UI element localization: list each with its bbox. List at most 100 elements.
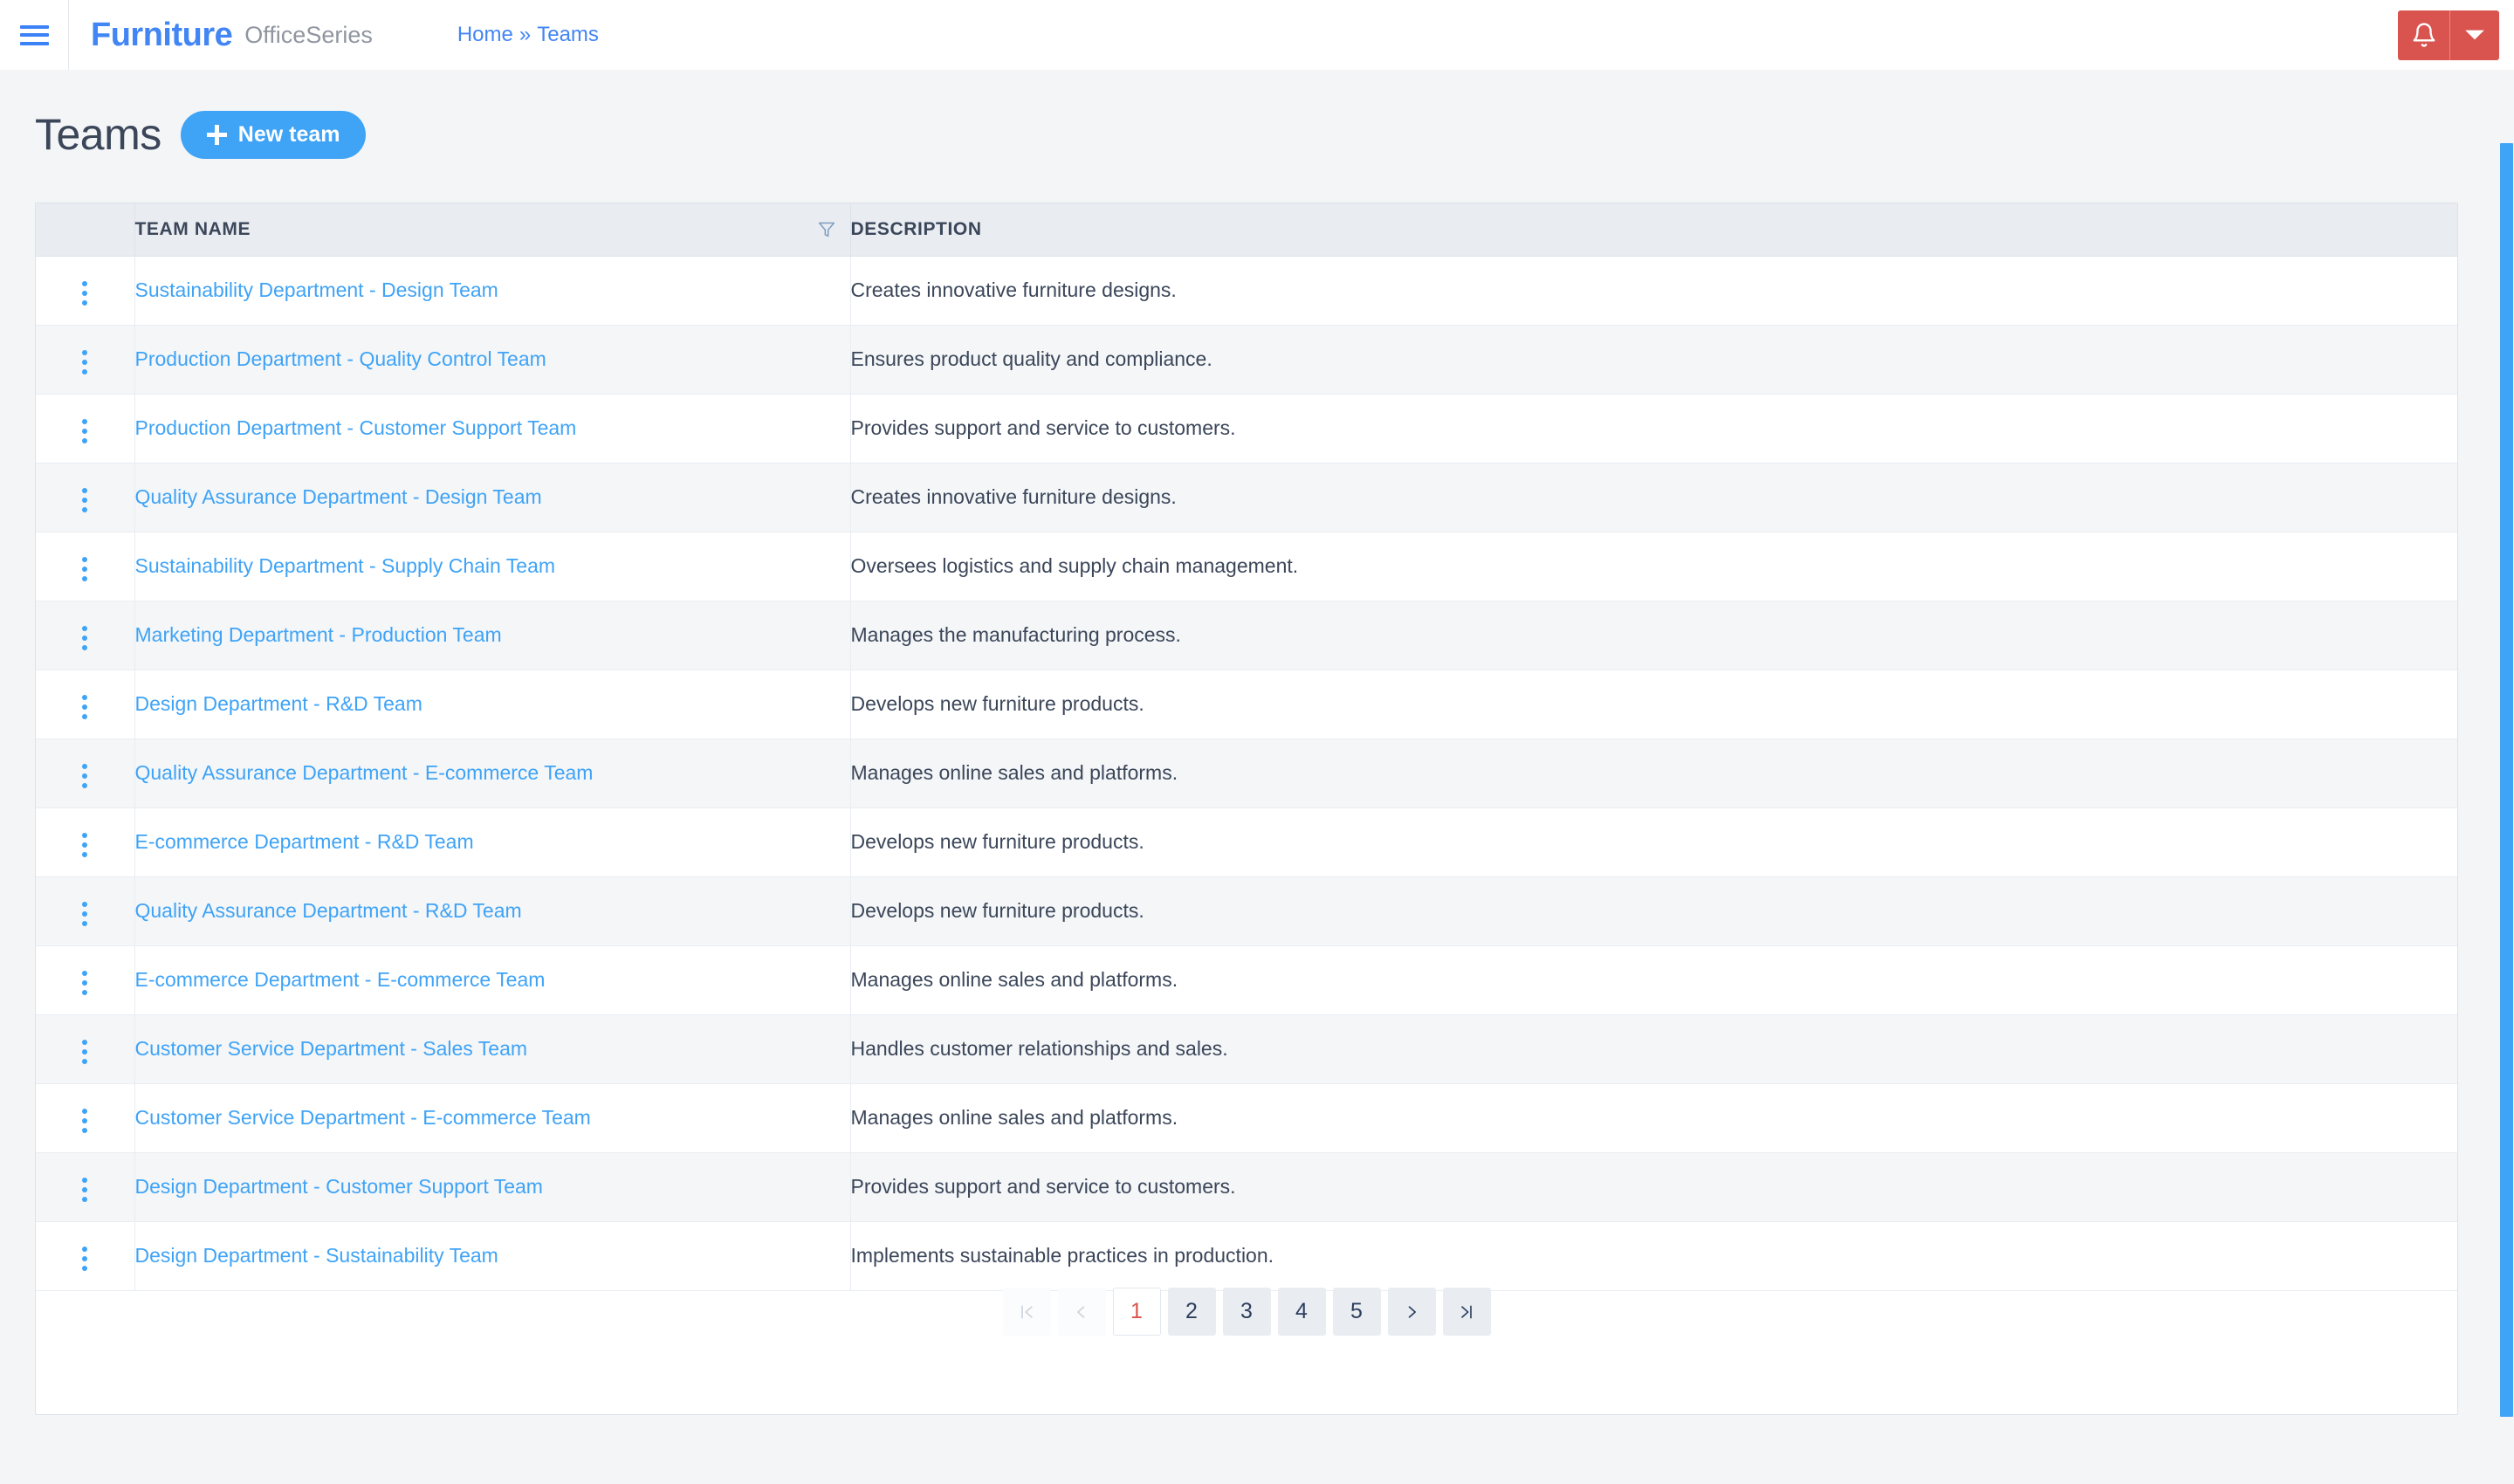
team-name-link[interactable]: Customer Service Department - E-commerce… <box>135 1106 591 1129</box>
vertical-ellipsis-icon[interactable] <box>70 1240 100 1278</box>
team-name-cell: E-commerce Department - E-commerce Team <box>134 945 851 1015</box>
pagination: 12345 <box>36 1288 2457 1336</box>
vertical-ellipsis-icon[interactable] <box>70 481 100 519</box>
team-name-link[interactable]: E-commerce Department - R&D Team <box>135 830 474 853</box>
breadcrumb-link-teams[interactable]: Teams <box>537 23 599 47</box>
vertical-ellipsis-icon[interactable] <box>70 1102 100 1140</box>
team-name-link[interactable]: Production Department - Customer Support… <box>135 416 577 439</box>
vertical-ellipsis-icon[interactable] <box>70 412 100 450</box>
vertical-ellipsis-icon[interactable] <box>70 1033 100 1071</box>
table-row: Sustainability Department - Design Team C… <box>36 256 2457 326</box>
row-actions-cell <box>36 1152 135 1222</box>
table-row: Customer Service Department - E-commerce… <box>36 1083 2457 1153</box>
column-header-description-label: DESCRIPTION <box>850 218 982 239</box>
team-name-cell: E-commerce Department - R&D Team <box>134 807 851 877</box>
notifications-dropdown-button[interactable] <box>2450 10 2499 60</box>
team-name-link[interactable]: Design Department - Customer Support Tea… <box>135 1175 543 1198</box>
row-actions-cell <box>36 463 135 532</box>
team-name-link[interactable]: Design Department - R&D Team <box>135 692 422 715</box>
team-name-link[interactable]: Sustainability Department - Design Team <box>135 278 498 301</box>
breadcrumb: Home » Teams <box>457 0 599 70</box>
table-row: Production Department - Quality Control … <box>36 325 2457 395</box>
vertical-ellipsis-icon[interactable] <box>70 274 100 313</box>
team-name-link[interactable]: Quality Assurance Department - Design Te… <box>135 485 542 508</box>
table-row: Quality Assurance Department - R&D Team D… <box>36 876 2457 946</box>
vertical-ellipsis-icon[interactable] <box>70 895 100 933</box>
brand-subtitle: OfficeSeries <box>244 21 373 48</box>
vertical-ellipsis-icon[interactable] <box>70 757 100 795</box>
team-name-link[interactable]: Marketing Department - Production Team <box>135 623 502 646</box>
team-name-cell: Quality Assurance Department - E-commerc… <box>134 739 851 808</box>
row-actions-cell <box>36 394 135 464</box>
pagination-next-button[interactable] <box>1387 1288 1436 1336</box>
last-page-icon <box>1461 1305 1472 1318</box>
brand-logo[interactable]: Furniture OfficeSeries <box>69 0 373 70</box>
table-row: E-commerce Department - E-commerce Team M… <box>36 945 2457 1015</box>
team-name-link[interactable]: Sustainability Department - Supply Chain… <box>135 554 556 577</box>
table-body: Sustainability Department - Design Team C… <box>36 256 2457 1291</box>
page-header: Teams New team <box>0 70 2514 160</box>
pagination-page-4[interactable]: 4 <box>1277 1288 1326 1336</box>
team-name-cell: Marketing Department - Production Team <box>134 601 851 670</box>
vertical-ellipsis-icon[interactable] <box>70 826 100 864</box>
top-navigation-bar: Furniture OfficeSeries Home » Teams <box>0 0 2514 70</box>
hamburger-icon <box>19 24 49 45</box>
vertical-ellipsis-icon[interactable] <box>70 1171 100 1209</box>
table-header-row: TEAM NAME DESCRIPTION <box>36 203 2457 257</box>
table-row: Customer Service Department - Sales Team… <box>36 1014 2457 1084</box>
team-name-cell: Customer Service Department - E-commerce… <box>134 1083 851 1153</box>
pagination-page-5[interactable]: 5 <box>1332 1288 1381 1336</box>
new-team-button[interactable]: New team <box>180 110 367 159</box>
team-description-cell: Provides support and service to customer… <box>850 1152 2457 1222</box>
row-actions-cell <box>36 325 135 395</box>
row-actions-cell <box>36 945 135 1015</box>
vertical-scrollbar-thumb[interactable] <box>2500 143 2513 1417</box>
team-name-link[interactable]: Quality Assurance Department - R&D Team <box>135 899 522 922</box>
pagination-first-button[interactable] <box>1002 1288 1051 1336</box>
new-team-button-label: New team <box>237 121 340 147</box>
filter-icon[interactable] <box>818 221 835 238</box>
vertical-ellipsis-icon[interactable] <box>70 964 100 1002</box>
vertical-scrollbar-track[interactable] <box>2481 140 2514 1484</box>
row-actions-cell <box>36 1014 135 1084</box>
team-name-cell: Sustainability Department - Supply Chain… <box>134 532 851 601</box>
row-actions-cell <box>36 532 135 601</box>
team-name-link[interactable]: E-commerce Department - E-commerce Team <box>135 968 546 991</box>
first-page-icon <box>1021 1305 1033 1318</box>
table-row: Marketing Department - Production Team Ma… <box>36 601 2457 670</box>
vertical-ellipsis-icon[interactable] <box>70 688 100 726</box>
team-name-cell: Sustainability Department - Design Team <box>134 256 851 326</box>
team-name-link[interactable]: Production Department - Quality Control … <box>135 347 546 370</box>
vertical-ellipsis-icon[interactable] <box>70 619 100 657</box>
chevron-right-icon <box>1408 1305 1416 1318</box>
team-name-link[interactable]: Customer Service Department - Sales Team <box>135 1037 528 1060</box>
pagination-last-button[interactable] <box>1442 1288 1491 1336</box>
notifications-button[interactable] <box>2398 10 2450 60</box>
team-description-cell: Oversees logistics and supply chain mana… <box>850 532 2457 601</box>
pagination-page-1[interactable]: 1 <box>1112 1288 1161 1336</box>
menu-toggle-button[interactable] <box>0 0 68 70</box>
table-row: Design Department - Sustainability Team I… <box>36 1221 2457 1291</box>
table-header: TEAM NAME DESCRIPTION <box>36 203 2457 257</box>
pagination-prev-button[interactable] <box>1057 1288 1106 1336</box>
team-name-cell: Quality Assurance Department - R&D Team <box>134 876 851 946</box>
bell-icon <box>2413 23 2435 47</box>
team-name-cell: Production Department - Customer Support… <box>134 394 851 464</box>
team-name-cell: Design Department - R&D Team <box>134 670 851 739</box>
pagination-page-2[interactable]: 2 <box>1167 1288 1216 1336</box>
breadcrumb-link-home[interactable]: Home <box>457 23 513 47</box>
pagination-page-buttons: 12345 <box>1112 1288 1381 1336</box>
team-name-link[interactable]: Design Department - Sustainability Team <box>135 1244 498 1267</box>
row-actions-cell <box>36 256 135 326</box>
team-description-cell: Manages online sales and platforms. <box>850 945 2457 1015</box>
pagination-page-3[interactable]: 3 <box>1222 1288 1271 1336</box>
row-actions-cell <box>36 670 135 739</box>
column-header-description[interactable]: DESCRIPTION <box>850 203 2457 257</box>
team-description-cell: Handles customer relationships and sales… <box>850 1014 2457 1084</box>
vertical-ellipsis-icon[interactable] <box>70 343 100 381</box>
team-description-cell: Creates innovative furniture designs. <box>850 256 2457 326</box>
column-header-team-name[interactable]: TEAM NAME <box>134 203 851 257</box>
vertical-ellipsis-icon[interactable] <box>70 550 100 588</box>
team-name-link[interactable]: Quality Assurance Department - E-commerc… <box>135 761 594 784</box>
